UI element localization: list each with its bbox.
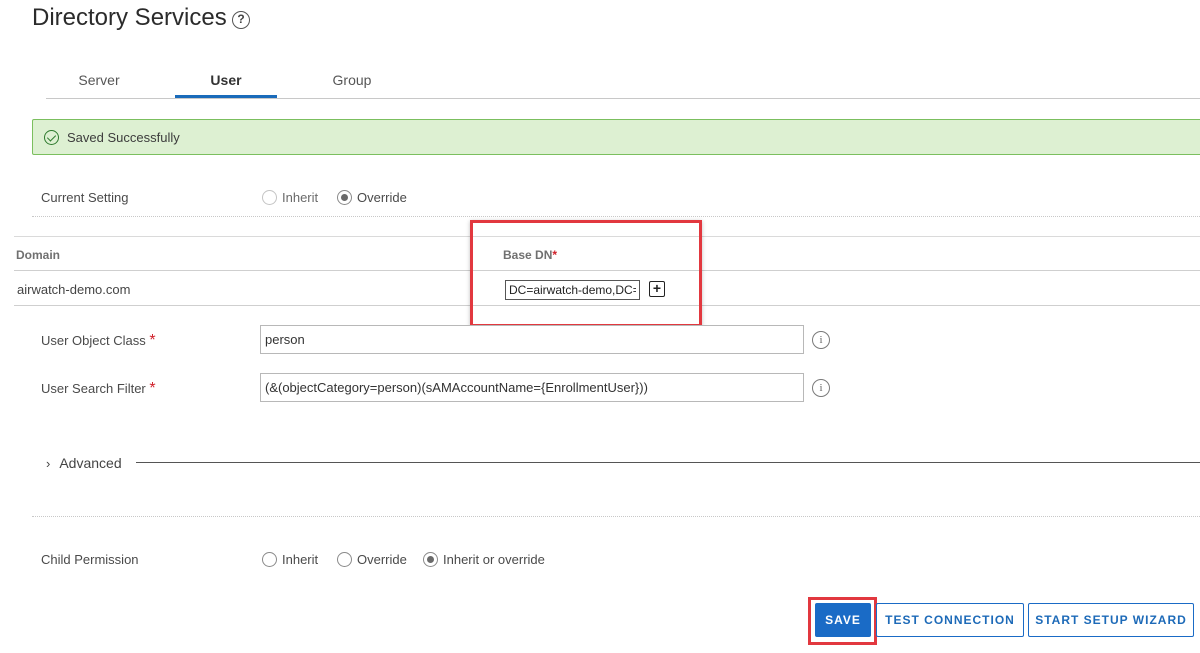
child-permission-inherit-or-override-radio[interactable] <box>423 552 438 567</box>
user-object-class-label: User Object Class * <box>41 332 156 349</box>
divider <box>32 216 1200 217</box>
child-permission-inherit-label: Inherit <box>282 552 319 567</box>
child-permission-override-radio[interactable] <box>337 552 352 567</box>
column-header-domain: Domain <box>16 248 61 262</box>
page-title: Directory Services <box>32 4 227 31</box>
tab-server[interactable]: Server <box>66 70 132 98</box>
user-search-filter-label: User Search Filter * <box>41 380 156 397</box>
help-icon[interactable]: ? <box>232 11 250 29</box>
child-permission-inherit-or-override-label: Inherit or override <box>443 552 545 567</box>
tab-group[interactable]: Group <box>317 70 387 98</box>
check-circle-icon <box>44 130 59 145</box>
info-icon[interactable]: i <box>812 331 830 349</box>
advanced-label: Advanced <box>59 455 122 471</box>
domain-cell: airwatch-demo.com <box>17 282 131 297</box>
save-button[interactable]: SAVE <box>815 603 871 637</box>
divider <box>32 516 1200 517</box>
current-setting-override-label: Override <box>357 190 407 205</box>
success-alert: Saved Successfully <box>32 119 1200 155</box>
current-setting-override-radio[interactable] <box>337 190 352 205</box>
advanced-divider <box>136 462 1200 463</box>
current-setting-inherit-radio[interactable] <box>262 190 277 205</box>
tab-bar: Server User Group <box>46 66 1200 99</box>
child-permission-override-label: Override <box>357 552 407 567</box>
chevron-right-icon: › <box>46 456 51 471</box>
current-setting-label: Current Setting <box>41 190 129 205</box>
info-icon[interactable]: i <box>812 379 830 397</box>
base-dn-highlight <box>470 220 702 327</box>
advanced-toggle[interactable]: › Advanced <box>46 455 122 471</box>
user-search-filter-input[interactable] <box>260 373 804 402</box>
user-object-class-input[interactable] <box>260 325 804 354</box>
start-setup-wizard-button[interactable]: START SETUP WIZARD <box>1028 603 1194 637</box>
tab-user[interactable]: User <box>175 70 277 98</box>
current-setting-inherit-label: Inherit <box>282 190 319 205</box>
test-connection-button[interactable]: TEST CONNECTION <box>876 603 1024 637</box>
child-permission-inherit-radio[interactable] <box>262 552 277 567</box>
alert-message: Saved Successfully <box>67 130 180 145</box>
child-permission-label: Child Permission <box>41 552 139 567</box>
